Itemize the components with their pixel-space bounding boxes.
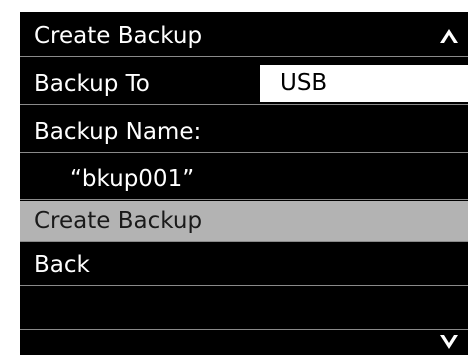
backup-to-value: USB [280,70,328,96]
menu-title: Create Backup [34,23,203,49]
empty-menu-row [20,289,468,330]
backup-name-value: “bkup001” [70,166,195,192]
backup-to-label: Backup To [34,71,150,97]
create-backup-menu-item[interactable]: Create Backup [20,201,468,242]
back-label: Back [34,252,90,278]
backup-name-label: Backup Name: [34,119,202,145]
create-backup-label: Create Backup [34,208,203,234]
menu-title-bar: Create Backup [20,16,468,57]
chevron-up-icon[interactable] [440,29,458,43]
back-menu-item[interactable]: Back [20,245,468,286]
chevron-down-icon[interactable] [440,335,458,349]
backup-to-value-field[interactable]: USB [260,65,468,102]
backup-name-value-row[interactable]: “bkup001” [20,159,468,200]
backup-name-row[interactable]: Backup Name: [20,112,468,153]
backup-to-row[interactable]: Backup To USB [20,64,468,105]
backup-menu-screen: Create Backup Backup To USB Backup Name:… [20,12,468,355]
